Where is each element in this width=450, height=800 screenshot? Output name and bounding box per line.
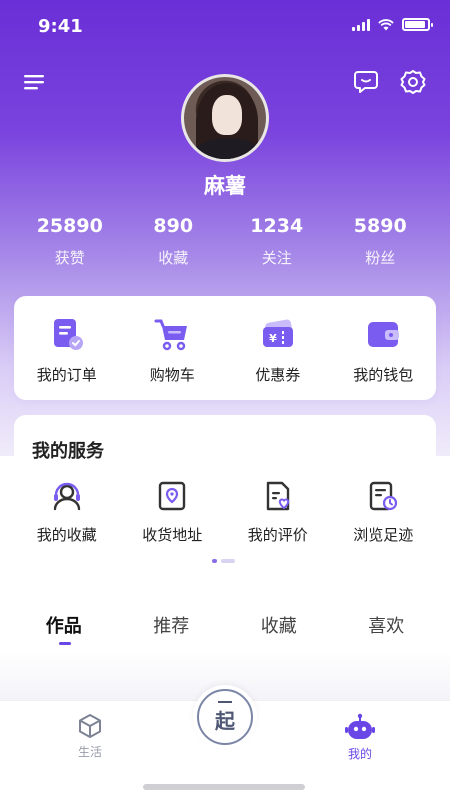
message-icon[interactable] (352, 68, 380, 96)
address-button[interactable]: 收货地址 (122, 480, 222, 545)
quick-actions-card: 我的订单 购物车 ¥ 优惠券 我的钱包 (14, 296, 436, 400)
status-time: 9:41 (38, 16, 83, 37)
tab-recommended[interactable]: 推荐 (121, 612, 221, 638)
tab-favorites[interactable]: 收藏 (229, 612, 329, 638)
nav-center-label: 起 (215, 708, 235, 733)
cart-button[interactable]: 购物车 (122, 316, 222, 385)
menu-icon[interactable] (20, 68, 48, 96)
quick-action-label: 我的钱包 (353, 366, 414, 384)
cube-icon (79, 714, 101, 738)
service-label: 我的评价 (247, 526, 308, 544)
quick-action-label: 购物车 (149, 366, 195, 384)
signal-icon (352, 18, 370, 31)
svg-text:¥: ¥ (269, 332, 277, 345)
nav-label: 生活 (77, 745, 102, 759)
favorites-icon (53, 482, 80, 511)
my-favorites-button[interactable]: 我的收藏 (17, 480, 117, 545)
content-tabs: 作品 推荐 收藏 喜欢 (10, 612, 440, 638)
home-indicator (143, 784, 305, 790)
stat-value: 890 (153, 215, 194, 237)
stat-favorites[interactable]: 890 收藏 (122, 215, 226, 268)
quick-action-label: 我的订单 (36, 366, 97, 384)
coupons-button[interactable]: ¥ 优惠券 (228, 316, 328, 385)
nav-mine[interactable]: 我的 (330, 713, 390, 762)
stat-following[interactable]: 1234 关注 (225, 215, 329, 268)
stat-label: 关注 (261, 249, 292, 267)
status-bar: 9:41 (0, 0, 450, 52)
pager-dot-active (212, 559, 217, 563)
wallet-icon (368, 322, 400, 347)
stat-label: 收藏 (158, 249, 189, 267)
review-icon (266, 481, 289, 511)
pager-dot (221, 559, 235, 563)
stat-followers[interactable]: 5890 粉丝 (329, 215, 433, 268)
services-title: 我的服务 (32, 441, 104, 462)
my-reviews-button[interactable]: 我的评价 (228, 480, 328, 545)
stat-value: 5890 (353, 215, 407, 237)
stats-row: 25890 获赞 890 收藏 1234 关注 5890 粉丝 (18, 215, 432, 268)
settings-icon[interactable] (399, 68, 427, 96)
active-tab-indicator (59, 642, 71, 645)
tab-likes[interactable]: 喜欢 (336, 612, 436, 638)
nav-center-badge: 起 (197, 689, 253, 745)
tab-works[interactable]: 作品 (14, 612, 114, 638)
avatar[interactable] (181, 74, 269, 162)
status-icons (352, 18, 433, 31)
stat-label: 粉丝 (365, 249, 396, 267)
services-pager (212, 559, 235, 563)
orders-button[interactable]: 我的订单 (17, 316, 117, 385)
cart-icon (154, 319, 188, 351)
order-icon (53, 319, 83, 350)
coupon-icon: ¥ (262, 319, 293, 347)
wifi-icon (378, 18, 394, 30)
username: 麻薯 (204, 174, 246, 198)
robot-icon (345, 713, 375, 739)
service-label: 我的收藏 (36, 526, 97, 544)
service-label: 收货地址 (142, 526, 203, 544)
nav-label: 我的 (347, 747, 372, 761)
browsing-history-button[interactable]: 浏览足迹 (333, 480, 433, 545)
history-icon (370, 481, 398, 511)
address-icon (159, 481, 186, 511)
nav-center-button[interactable]: 起 (193, 685, 257, 749)
wallet-button[interactable]: 我的钱包 (333, 316, 433, 385)
nav-life[interactable]: 生活 (60, 713, 120, 760)
stat-likes[interactable]: 25890 获赞 (18, 215, 122, 268)
service-label: 浏览足迹 (353, 526, 414, 544)
quick-action-label: 优惠券 (255, 366, 301, 384)
stat-label: 获赞 (54, 249, 85, 267)
battery-icon (402, 18, 433, 31)
stat-value: 25890 (36, 215, 103, 237)
stat-value: 1234 (250, 215, 304, 237)
services-row: 我的收藏 收货地址 我的评价 浏览足迹 (14, 480, 436, 545)
